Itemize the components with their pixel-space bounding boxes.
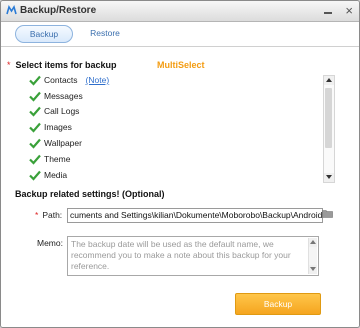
items-section-header: * Select items for backup	[7, 60, 117, 70]
scroll-down-arrow-icon[interactable]	[309, 265, 317, 274]
settings-section-header: Backup related settings! (Optional)	[15, 189, 165, 199]
scroll-up-arrow-icon[interactable]	[309, 238, 317, 247]
path-label: * Path:	[35, 210, 62, 220]
item-images[interactable]: Images	[29, 120, 72, 134]
checkmark-icon	[29, 76, 41, 86]
memo-placeholder: The backup date will be used as the defa…	[71, 239, 291, 271]
memo-textarea[interactable]: The backup date will be used as the defa…	[67, 236, 319, 276]
scroll-up-arrow-icon[interactable]	[324, 76, 334, 85]
required-asterisk: *	[35, 210, 39, 220]
item-label: Contacts	[44, 75, 78, 85]
app-logo-icon	[6, 5, 17, 15]
item-contacts[interactable]: Contacts (Note)	[29, 73, 109, 87]
item-label: Messages	[44, 91, 83, 101]
memo-label: Memo:	[37, 238, 63, 248]
item-label: Wallpaper	[44, 138, 82, 148]
item-theme[interactable]: Theme	[29, 152, 70, 166]
checkmark-icon	[29, 139, 41, 149]
items-section-title: Select items for backup	[15, 60, 117, 70]
item-label: Media	[44, 170, 68, 180]
backup-items-list: Contacts (Note) Messages Call Logs Images…	[29, 73, 319, 183]
required-asterisk: *	[7, 60, 11, 70]
title-bar[interactable]: Backup/Restore ×	[1, 1, 359, 22]
backup-path-field[interactable]: cuments and Settings\kilian\Dokumente\Mo…	[67, 208, 323, 223]
items-scrollbar[interactable]	[323, 75, 335, 183]
tab-bar: Backup Restore	[1, 22, 359, 47]
multiselect-toggle[interactable]: MultiSelect	[157, 60, 205, 70]
checkmark-icon	[29, 123, 41, 133]
path-label-text: Path:	[42, 210, 63, 220]
tab-backup[interactable]: Backup	[15, 25, 73, 43]
backup-button[interactable]: Backup	[235, 293, 321, 315]
scroll-thumb[interactable]	[325, 88, 332, 148]
item-label: Theme	[44, 154, 71, 164]
contacts-note-link[interactable]: (Note)	[86, 75, 110, 85]
checkmark-icon	[29, 107, 41, 117]
scroll-down-arrow-icon[interactable]	[324, 173, 334, 182]
browse-folder-icon[interactable]	[322, 209, 333, 218]
item-call-logs[interactable]: Call Logs	[29, 104, 79, 118]
checkmark-icon	[29, 155, 41, 165]
item-label: Call Logs	[44, 106, 80, 116]
checkmark-icon	[29, 171, 41, 181]
memo-scrollbar[interactable]	[308, 238, 317, 274]
backup-restore-window: Backup/Restore × Backup Restore * Select …	[0, 0, 360, 328]
item-label: Images	[44, 122, 72, 132]
tab-restore[interactable]: Restore	[85, 25, 125, 41]
backup-panel: * Select items for backup MultiSelect Con…	[1, 47, 359, 327]
minimize-button[interactable]	[322, 4, 334, 16]
close-button[interactable]: ×	[345, 3, 353, 18]
item-media[interactable]: Media	[29, 168, 67, 182]
window-title: Backup/Restore	[20, 5, 97, 16]
checkmark-icon	[29, 92, 41, 102]
item-messages[interactable]: Messages	[29, 89, 83, 103]
item-wallpaper[interactable]: Wallpaper	[29, 136, 82, 150]
